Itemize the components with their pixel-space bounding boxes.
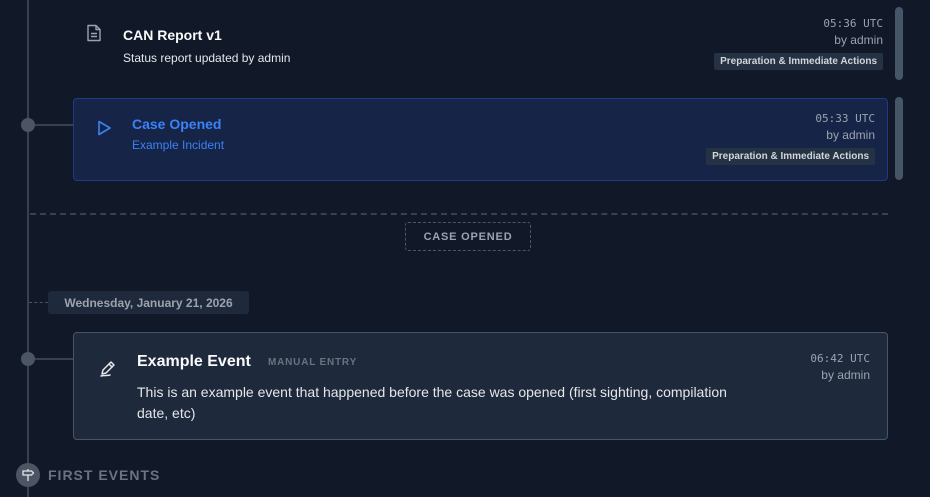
section-label-first-events: FIRST EVENTS bbox=[48, 467, 161, 483]
pen-icon bbox=[98, 358, 118, 378]
manual-entry-tag: MANUAL ENTRY bbox=[268, 357, 358, 368]
date-connector bbox=[29, 302, 48, 303]
timeline-connector bbox=[35, 358, 73, 360]
scrollbar-thumb[interactable] bbox=[895, 7, 903, 80]
entry-author: by admin bbox=[826, 128, 875, 142]
entry-time: 05:36 UTC bbox=[823, 17, 883, 30]
entry-time: 05:33 UTC bbox=[815, 112, 875, 125]
event-description: This is an example event that happened b… bbox=[137, 384, 727, 421]
entry-subtitle: Status report updated by admin bbox=[123, 51, 291, 65]
scrollbar-thumb[interactable] bbox=[895, 97, 903, 180]
document-icon bbox=[84, 23, 104, 43]
date-group-label: Wednesday, January 21, 2026 bbox=[48, 291, 249, 314]
signpost-icon bbox=[16, 463, 40, 487]
entry-title: CAN Report v1 bbox=[123, 27, 222, 43]
timeline-entry-can-report[interactable]: CAN Report v1 Status report updated by a… bbox=[78, 10, 888, 82]
entry-author: by admin bbox=[834, 33, 883, 47]
timeline-entry-case-opened[interactable]: Case Opened Example Incident 05:33 UTC b… bbox=[73, 98, 888, 181]
case-opened-divider bbox=[30, 213, 888, 215]
play-icon bbox=[94, 118, 114, 138]
case-opened-badge: CASE OPENED bbox=[405, 222, 531, 251]
timeline-node bbox=[21, 352, 35, 366]
timeline-entry-example-event[interactable]: Example Event MANUAL ENTRY This is an ex… bbox=[73, 332, 888, 440]
phase-badge: Preparation & Immediate Actions bbox=[714, 53, 883, 70]
event-title: Example Event bbox=[137, 353, 251, 370]
phase-badge: Preparation & Immediate Actions bbox=[706, 148, 875, 165]
timeline-connector bbox=[35, 124, 73, 126]
entry-author: by admin bbox=[821, 368, 870, 382]
entry-time: 06:42 UTC bbox=[810, 352, 870, 365]
entry-subtitle: Example Incident bbox=[132, 138, 225, 152]
entry-title: Case Opened bbox=[132, 116, 222, 132]
timeline-line bbox=[27, 0, 29, 497]
timeline-node bbox=[21, 118, 35, 132]
